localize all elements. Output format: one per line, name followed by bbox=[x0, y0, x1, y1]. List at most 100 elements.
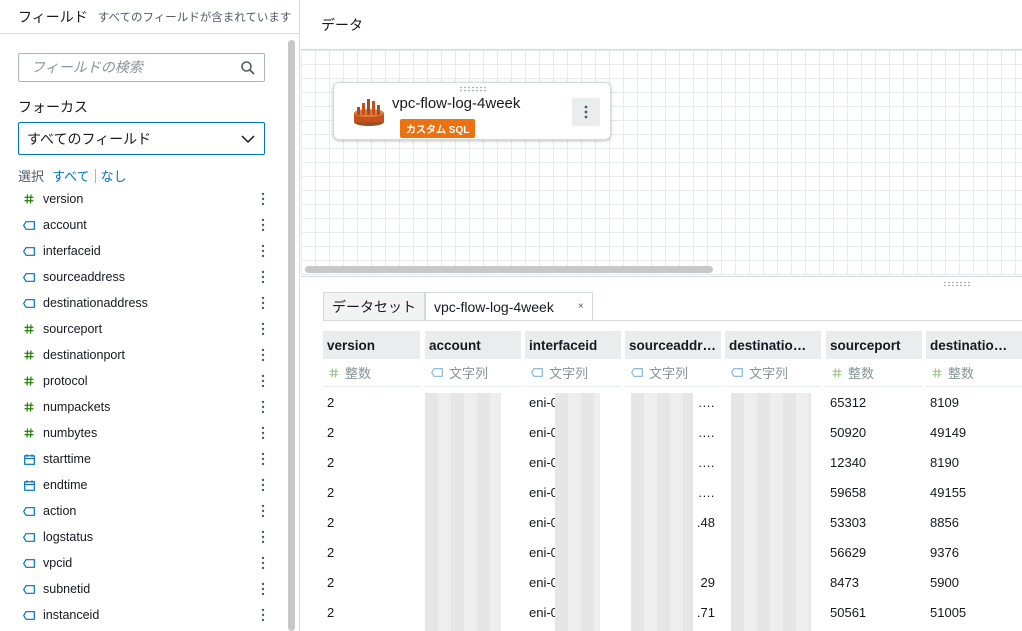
preview-column: version 整数 2 2 2 2 2 2 2 2 bbox=[323, 331, 420, 627]
kebab-menu-icon[interactable] bbox=[258, 607, 268, 623]
field-name: sourceport bbox=[43, 322, 103, 336]
field-name: destinationaddress bbox=[43, 296, 148, 310]
kebab-menu-icon[interactable] bbox=[258, 217, 268, 233]
preview-tabs: データセット vpc-flow-log-4week × bbox=[323, 292, 593, 320]
column-header[interactable]: version bbox=[323, 331, 420, 359]
focus-select-value: すべてのフィールド bbox=[27, 130, 152, 147]
dataset-node[interactable]: vpc-flow-log-4week カスタム SQL bbox=[333, 82, 611, 140]
column-type-label: 整数 bbox=[948, 366, 975, 381]
kebab-menu-icon[interactable] bbox=[258, 243, 268, 259]
field-item[interactable]: numbytes bbox=[18, 420, 278, 446]
data-panel: データ vpc-flow-log-4week カスタム SQL データセット v… bbox=[301, 0, 1022, 631]
kebab-menu-icon[interactable] bbox=[258, 555, 268, 571]
data-canvas[interactable]: vpc-flow-log-4week カスタム SQL bbox=[301, 50, 1022, 275]
field-item[interactable]: sourceaddress bbox=[18, 264, 278, 290]
kebab-menu-icon[interactable] bbox=[258, 321, 268, 337]
field-item[interactable]: version bbox=[18, 186, 278, 212]
number-type-icon bbox=[22, 426, 36, 440]
kebab-menu-icon[interactable] bbox=[258, 399, 268, 415]
string-type-icon bbox=[531, 368, 543, 377]
table-cell: 8856 bbox=[930, 514, 959, 530]
table-cell: 2 bbox=[327, 454, 335, 470]
tab-vpc-flow-log[interactable]: vpc-flow-log-4week × bbox=[425, 292, 593, 320]
focus-label: フォーカス bbox=[18, 99, 88, 115]
column-header[interactable]: sourceaddr… bbox=[625, 331, 721, 359]
node-menu-button[interactable] bbox=[572, 98, 600, 126]
table-cell: 8473 bbox=[830, 574, 859, 590]
number-type-icon bbox=[329, 367, 339, 378]
field-name: instanceid bbox=[43, 608, 100, 622]
column-type: 文字列 bbox=[525, 359, 621, 387]
table-cell: 9376 bbox=[930, 544, 959, 560]
column-header[interactable]: destinatio… bbox=[725, 331, 821, 359]
column-header[interactable]: interfaceid bbox=[525, 331, 621, 359]
kebab-menu-icon[interactable] bbox=[258, 347, 268, 363]
field-item[interactable]: action bbox=[18, 498, 278, 524]
field-item[interactable]: logstatus bbox=[18, 524, 278, 550]
column-type-label: 文字列 bbox=[649, 366, 689, 381]
column-header[interactable]: sourceport bbox=[826, 331, 922, 359]
string-type-icon bbox=[631, 368, 643, 377]
column-header[interactable]: destinatio… bbox=[926, 331, 1022, 359]
field-item[interactable]: numpackets bbox=[18, 394, 278, 420]
fields-panel: フィールド すべてのフィールドが含まれています フォーカス すべてのフィールド … bbox=[0, 0, 300, 631]
column-type: 文字列 bbox=[725, 359, 821, 387]
kebab-menu-icon[interactable] bbox=[258, 529, 268, 545]
number-type-icon bbox=[22, 348, 36, 362]
kebab-menu-icon[interactable] bbox=[258, 451, 268, 467]
field-item[interactable]: vpcid bbox=[18, 550, 278, 576]
kebab-menu-icon[interactable] bbox=[258, 425, 268, 441]
field-item[interactable]: subnetid bbox=[18, 576, 278, 602]
table-cell: 53303 bbox=[830, 514, 867, 530]
fields-scrollbar[interactable] bbox=[288, 40, 295, 631]
resize-handle-icon[interactable] bbox=[942, 281, 972, 287]
select-row: 選択 すべて なし bbox=[18, 166, 127, 185]
tab-dataset[interactable]: データセット bbox=[323, 292, 425, 320]
redacted-area bbox=[555, 393, 600, 631]
field-search-box[interactable] bbox=[18, 53, 265, 82]
kebab-menu-icon[interactable] bbox=[258, 191, 268, 207]
string-type-icon bbox=[22, 530, 36, 544]
close-icon[interactable]: × bbox=[578, 301, 584, 312]
select-none-link[interactable]: なし bbox=[101, 166, 127, 185]
kebab-menu-icon[interactable] bbox=[258, 503, 268, 519]
drag-handle-icon[interactable] bbox=[458, 86, 488, 92]
field-name: starttime bbox=[43, 452, 91, 466]
field-item[interactable]: instanceid bbox=[18, 602, 278, 628]
focus-select[interactable]: すべてのフィールド bbox=[18, 122, 265, 155]
kebab-menu-icon[interactable] bbox=[258, 477, 268, 493]
string-type-icon bbox=[22, 556, 36, 570]
field-item[interactable]: protocol bbox=[18, 368, 278, 394]
select-all-link[interactable]: すべて bbox=[52, 166, 90, 185]
kebab-menu-icon[interactable] bbox=[258, 269, 268, 285]
kebab-menu-icon[interactable] bbox=[258, 581, 268, 597]
field-item[interactable]: destinationaddress bbox=[18, 290, 278, 316]
panel-divider bbox=[301, 276, 1022, 277]
string-type-icon bbox=[22, 504, 36, 518]
field-item[interactable]: starttime bbox=[18, 446, 278, 472]
table-cell: 49149 bbox=[930, 424, 967, 440]
field-search-input[interactable] bbox=[31, 59, 231, 76]
column-header[interactable]: account bbox=[425, 331, 521, 359]
preview-column: sourceport 整数 65312 50920 12340 59658 53303 566… bbox=[826, 331, 922, 627]
field-item[interactable]: destinationport bbox=[18, 342, 278, 368]
field-item[interactable]: interfaceid bbox=[18, 238, 278, 264]
table-cell: 8109 bbox=[930, 394, 959, 410]
search-icon[interactable] bbox=[240, 60, 256, 76]
field-item[interactable]: account bbox=[18, 212, 278, 238]
kebab-menu-icon[interactable] bbox=[258, 373, 268, 389]
field-name: account bbox=[43, 218, 87, 232]
column-type: 文字列 bbox=[425, 359, 521, 387]
redacted-area bbox=[731, 393, 811, 631]
data-preview-table: version 整数 2 2 2 2 2 2 2 2 account 文字列 interfaceid 文字… bbox=[323, 320, 1022, 631]
number-type-icon bbox=[22, 400, 36, 414]
kebab-menu-icon[interactable] bbox=[258, 295, 268, 311]
table-cell: 2 bbox=[327, 424, 335, 440]
column-type: 整数 bbox=[926, 359, 1022, 387]
field-item[interactable]: endtime bbox=[18, 472, 278, 498]
field-name: numpackets bbox=[43, 400, 111, 414]
table-cell: 2 bbox=[327, 574, 335, 590]
canvas-horizontal-scrollbar[interactable] bbox=[305, 266, 713, 273]
field-item[interactable]: sourceport bbox=[18, 316, 278, 342]
column-type: 文字列 bbox=[625, 359, 721, 387]
